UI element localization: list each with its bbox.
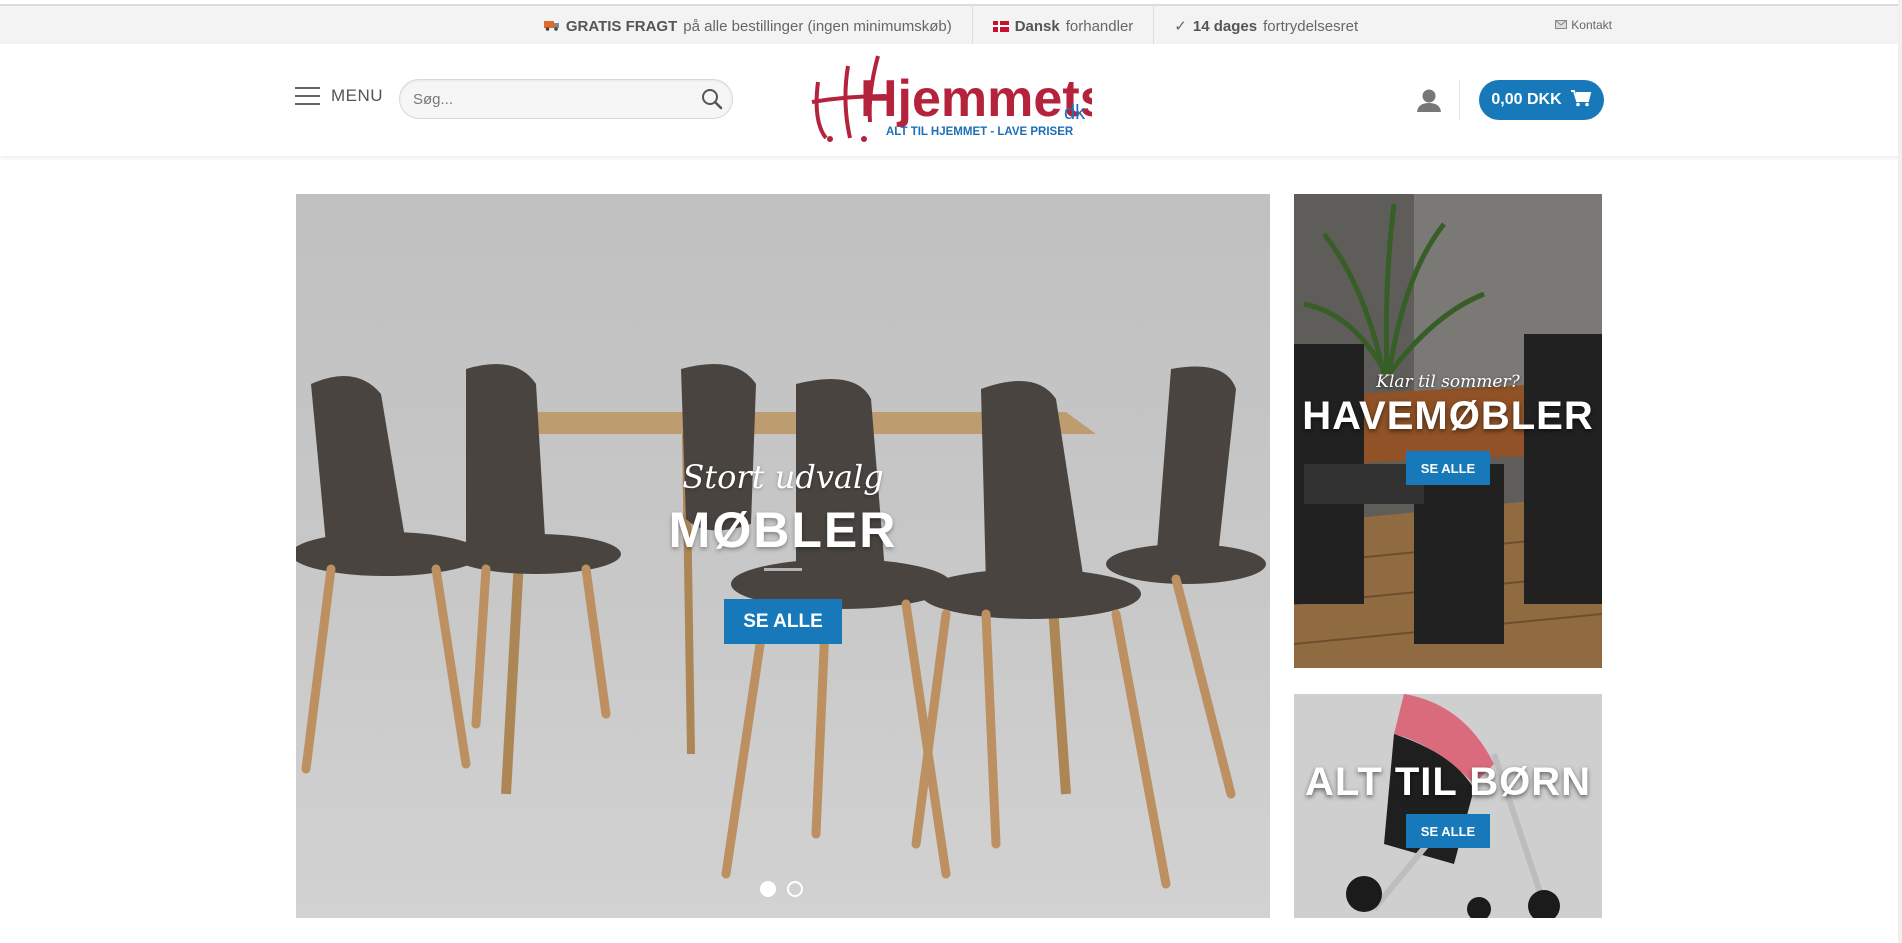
top-bar: GRATIS FRAGT på alle bestillinger (ingen…: [0, 4, 1902, 46]
free-shipping-notice: GRATIS FRAGT på alle bestillinger (ingen…: [524, 6, 973, 46]
cart-button[interactable]: 0,00 DKK: [1479, 80, 1604, 120]
search-input[interactable]: [400, 90, 692, 108]
envelope-icon: [1555, 18, 1568, 32]
slider-dot-2[interactable]: [787, 881, 803, 897]
cart-icon: [1570, 89, 1592, 112]
stroller-image: [1294, 694, 1602, 918]
free-shipping-bold: GRATIS FRAGT: [565, 17, 678, 35]
account-icon[interactable]: [1414, 88, 1444, 114]
hamburger-icon: [295, 87, 320, 105]
hero-tagline: Stort udvalg: [682, 458, 884, 496]
hero-title: MØBLER: [668, 502, 898, 558]
hero-divider: [764, 568, 802, 571]
danish-retailer-bold: Dansk: [1014, 17, 1060, 35]
search-bar: [399, 79, 733, 119]
contact-link[interactable]: Kontakt: [1555, 18, 1612, 32]
menu-label: MENU: [331, 86, 384, 105]
page-scrollbar[interactable]: [1898, 0, 1902, 943]
garden-furniture-banner[interactable]: Klar til sommer? HAVEMØBLER SE ALLE: [1294, 194, 1602, 668]
logo-text: Hjemmets: [860, 70, 1092, 128]
return-policy-text: fortrydelsesret: [1263, 17, 1359, 35]
free-shipping-text: på alle bestillinger (ingen minimumskøb): [683, 17, 952, 35]
return-policy-bold: 14 dages: [1192, 17, 1258, 35]
logo-tagline: ALT TIL HJEMMET - LAVE PRISER: [886, 126, 1074, 138]
kids-banner-title: ALT TIL BØRN: [1304, 760, 1592, 804]
garden-see-all-button[interactable]: SE ALLE: [1406, 451, 1490, 485]
header-divider: [1459, 80, 1460, 120]
danish-retailer-text: forhandler: [1065, 17, 1134, 35]
menu-button[interactable]: MENU: [295, 86, 383, 106]
garden-banner-title: HAVEMØBLER: [1302, 394, 1594, 438]
site-logo[interactable]: Hjemmets dk ALT TIL HJEMMET - LAVE PRISE…: [808, 52, 1109, 144]
garden-banner-subtitle: Klar til sommer?: [1376, 372, 1520, 392]
danish-retailer-notice: Dansk forhandler: [973, 6, 1155, 46]
cart-total: 0,00 DKK: [1491, 91, 1562, 108]
truck-icon: [543, 18, 560, 35]
check-icon: ✓: [1174, 18, 1187, 35]
search-icon[interactable]: [692, 79, 732, 119]
kids-see-all-button[interactable]: SE ALLE: [1406, 814, 1490, 848]
slider-dots: [760, 881, 803, 897]
danish-flag-icon: [992, 20, 1009, 32]
site-header: MENU Hjemmets dk ALT TIL HJEMMET - LAVE …: [0, 44, 1902, 156]
return-policy-notice: ✓ 14 dages fortrydelsesret: [1154, 6, 1378, 46]
hero-see-all-button[interactable]: SE ALLE: [724, 599, 842, 644]
contact-label: Kontakt: [1571, 18, 1612, 32]
slider-dot-1[interactable]: [760, 881, 776, 897]
kids-banner[interactable]: ALT TIL BØRN SE ALLE: [1294, 694, 1602, 918]
logo-suffix: dk: [1064, 102, 1086, 124]
hero-banner-furniture[interactable]: Stort udvalg MØBLER SE ALLE: [296, 194, 1270, 918]
